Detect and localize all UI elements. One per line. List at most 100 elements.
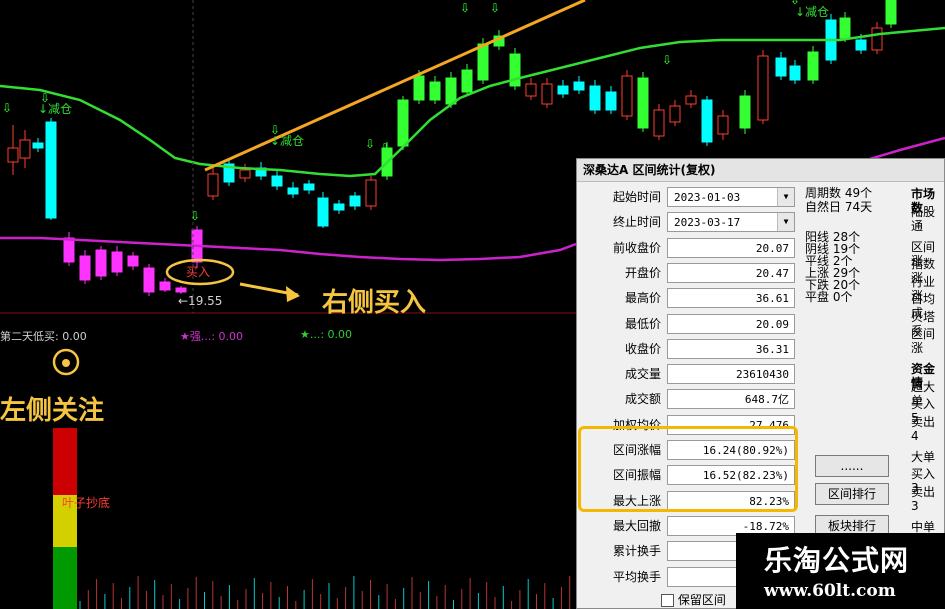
candle-body — [653, 109, 665, 137]
panel-title: 深桑达A 区间统计(复权) — [577, 159, 944, 182]
stat-item: 自然日 74天 — [805, 200, 873, 214]
candle-body — [701, 99, 713, 143]
field-label: 最低价 — [624, 316, 661, 331]
buy-label: 买入 — [186, 265, 211, 279]
field-label: 成交额 — [624, 392, 661, 407]
watermark-name: 乐淘公式网 — [764, 544, 910, 577]
field-label: 开盘价 — [624, 265, 661, 280]
down-arrow-icon: ⇩ — [662, 53, 672, 67]
right-side-buy-annotation: 右侧买入 — [322, 288, 427, 318]
candle-body — [871, 27, 883, 51]
date-select[interactable]: 2023-01-03 ▼ — [667, 187, 795, 207]
field-label: 累计换手 — [612, 544, 661, 559]
field-value-text: 648.7亿 — [744, 393, 789, 407]
candle-body — [605, 91, 617, 111]
field-value: 20.47 — [667, 262, 795, 283]
candle-body — [45, 121, 57, 219]
candle-body — [79, 255, 91, 281]
candle-body — [757, 55, 769, 121]
candle-body — [739, 95, 751, 129]
field-label: 成交量 — [624, 367, 661, 382]
highlight-box — [578, 426, 798, 512]
checkbox-box[interactable] — [661, 594, 674, 607]
candle-body — [349, 195, 361, 207]
candle-body — [143, 267, 155, 293]
down-arrow-icon: ⇩ — [2, 101, 12, 115]
candle-body — [885, 0, 897, 25]
candle-body — [461, 69, 473, 93]
candle-body — [557, 85, 569, 95]
down-arrow-icon: ⇩ — [365, 137, 375, 151]
right-column-item: 卖出 3 — [911, 484, 936, 513]
right-column-item: 大单 — [911, 449, 936, 464]
candle-body — [525, 83, 537, 97]
candle-body — [333, 203, 345, 211]
date-select[interactable]: 2023-03-17 ▼ — [667, 212, 795, 233]
field-value-text: 20.07 — [755, 241, 789, 255]
candle-body — [159, 281, 171, 291]
right-column-item: 区间涨 — [911, 327, 936, 355]
reduce-label-mid: ↓减仓 — [270, 134, 305, 148]
candle-body — [839, 17, 851, 39]
candle-body — [127, 255, 139, 267]
range-rank-button[interactable]: 区间排行 — [815, 483, 889, 505]
candle-body — [775, 57, 787, 77]
watermark: 乐淘公式网 www.60lt.com — [736, 533, 945, 609]
candle-body — [807, 51, 819, 81]
candle-body — [621, 75, 633, 117]
more-button[interactable]: ...... — [815, 455, 889, 477]
field-label: 前收盘价 — [612, 240, 661, 255]
candle-body — [287, 187, 299, 195]
field-value: 648.7亿 — [667, 389, 795, 410]
keep-range-checkbox[interactable]: 保留区间 — [661, 591, 726, 608]
field-value-text: 36.61 — [755, 292, 789, 306]
candle-body — [685, 95, 697, 105]
candle-body — [7, 147, 19, 163]
field-value: 20.07 — [667, 237, 795, 258]
watermark-url: www.60lt.com — [764, 581, 896, 601]
candle-body — [669, 105, 681, 123]
candle-body — [175, 287, 187, 293]
down-arrow-icon: ⇩ — [190, 209, 200, 223]
candle-body — [445, 77, 457, 105]
candle-body — [717, 115, 729, 135]
candle-body — [207, 173, 219, 197]
chevron-down-icon[interactable]: ▼ — [777, 188, 794, 206]
field-value-text: 2023-03-17 — [674, 216, 741, 230]
reduce-label-left: ↓减仓 — [38, 102, 73, 116]
candle-body — [317, 197, 329, 227]
field-value-text: 23610430 — [736, 368, 789, 382]
candle-body — [365, 179, 377, 207]
field-value-text: 36.31 — [755, 342, 789, 356]
down-arrow-icon: ⇩ — [490, 1, 500, 15]
candle-body — [19, 139, 31, 159]
down-arrow-icon: ⇩ — [460, 1, 470, 15]
candle-body — [541, 83, 553, 105]
candle-body — [789, 65, 801, 81]
field-label: 最高价 — [624, 291, 661, 306]
field-value-text: -18.72% — [742, 519, 789, 533]
indicator-b-label: ★...: 0.00 — [300, 328, 353, 341]
candle-body — [111, 251, 123, 273]
candle-body — [397, 99, 409, 147]
candle-body — [239, 169, 251, 179]
candle-body — [589, 85, 601, 111]
field-value: 36.31 — [667, 338, 795, 359]
left-watch-marker — [52, 348, 80, 376]
field-value: 36.61 — [667, 288, 795, 309]
candle-body — [63, 237, 75, 263]
candle-body — [413, 75, 425, 101]
candle-body — [32, 142, 44, 149]
low-price-label: ←19.55 — [178, 294, 223, 308]
right-column-item: 卖出 4 — [911, 414, 936, 443]
candle-body — [95, 249, 107, 277]
scalp-label: 叶子抄底 — [62, 496, 111, 510]
chevron-down-icon[interactable]: ▼ — [777, 213, 794, 232]
field-label: 平均换手 — [612, 569, 661, 584]
right-column-item: 中单 — [911, 519, 936, 534]
field-value: 20.09 — [667, 313, 795, 334]
candle-body — [429, 81, 441, 101]
stat-item: 平盘 0个 — [805, 290, 853, 304]
field-label: 起始时间 — [612, 190, 661, 204]
indicator-a-label: ★强...: 0.00 — [180, 330, 244, 343]
